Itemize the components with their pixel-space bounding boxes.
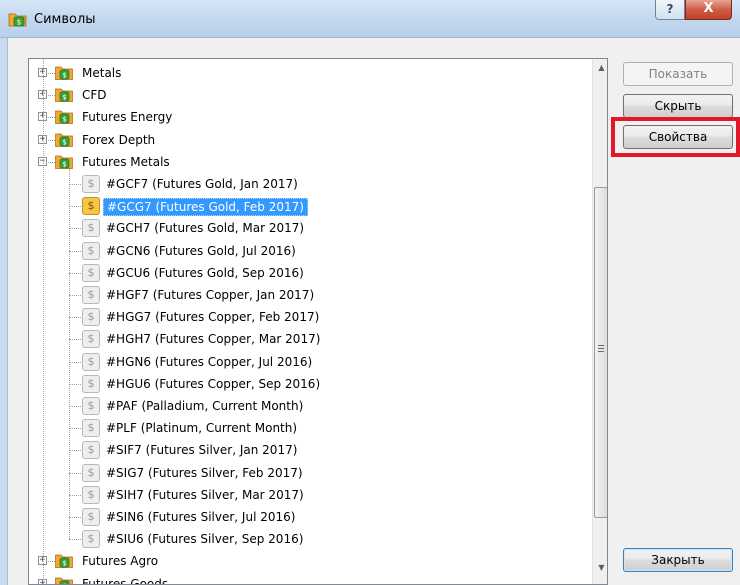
symbol-group-folder-icon: $ bbox=[55, 577, 73, 584]
tree-connector-line bbox=[43, 59, 44, 584]
symbol-label: #GCN6 (Futures Gold, Jul 2016) bbox=[106, 243, 296, 258]
symbol-label: #SIU6 (Futures Silver, Sep 2016) bbox=[106, 532, 304, 547]
symbols-tree[interactable]: + $ Metals + $ CFD + $ Futures Energy + $ Forex Dep… bbox=[28, 58, 608, 585]
hide-button[interactable]: Скрыть bbox=[623, 94, 733, 118]
symbol-label: #SIN6 (Futures Silver, Jul 2016) bbox=[106, 510, 296, 524]
symbol-label: #GCF7 (Futures Gold, Jan 2017) bbox=[106, 177, 298, 191]
symbol-row[interactable]: $ #HGG7 (Futures Copper, Feb 2017) bbox=[29, 306, 589, 328]
vertical-scrollbar[interactable]: ▲ ▼ bbox=[592, 59, 607, 584]
symbol-dollar-icon: $ bbox=[82, 397, 100, 415]
svg-text:$: $ bbox=[62, 93, 66, 101]
window-close-button[interactable]: X bbox=[685, 0, 732, 20]
symbol-dollar-icon: $ bbox=[82, 330, 100, 349]
window-frame-edge bbox=[0, 38, 8, 585]
symbol-row[interactable]: $ #GCH7 (Futures Gold, Mar 2017) bbox=[29, 217, 589, 239]
symbol-row[interactable]: $ #HGF7 (Futures Copper, Jan 2017) bbox=[29, 284, 589, 306]
tree-group-label: CFD bbox=[82, 88, 107, 103]
symbol-dollar-icon: $ bbox=[82, 441, 100, 460]
symbol-label: #SIG7 (Futures Silver, Feb 2017) bbox=[106, 465, 303, 480]
symbol-label: #PLF (Platinum, Current Month) bbox=[106, 421, 298, 436]
tree-group-row[interactable]: + $ Futures Energy bbox=[29, 106, 589, 128]
symbol-label: #HGG7 (Futures Copper, Feb 2017) bbox=[106, 310, 320, 325]
symbol-row[interactable]: $ #SIG7 (Futures Silver, Feb 2017) bbox=[29, 462, 589, 484]
close-button[interactable]: Закрыть bbox=[623, 548, 733, 572]
tree-group-label: Futures Energy bbox=[82, 110, 173, 125]
show-button[interactable]: Показать bbox=[623, 62, 733, 86]
symbol-row[interactable]: $ #HGU6 (Futures Copper, Sep 2016) bbox=[29, 373, 589, 395]
symbol-label: #GCU6 (Futures Gold, Sep 2016) bbox=[106, 265, 304, 280]
symbol-row[interactable]: $ #SIU6 (Futures Silver, Sep 2016) bbox=[29, 528, 589, 550]
selected-symbol-row[interactable]: $ #GCG7 (Futures Gold, Feb 2017) bbox=[29, 195, 589, 217]
symbol-dollar-icon: $ bbox=[82, 263, 100, 282]
symbol-row[interactable]: $ #HGH7 (Futures Copper, Mar 2017) bbox=[29, 328, 589, 350]
svg-text:$: $ bbox=[62, 160, 66, 168]
symbol-row[interactable]: $ #SIH7 (Futures Silver, Mar 2017) bbox=[29, 484, 589, 506]
symbol-label: #HGN6 (Futures Copper, Jul 2016) bbox=[106, 354, 313, 369]
tree-branch-line bbox=[69, 168, 70, 540]
symbol-row[interactable]: $ #PLF (Platinum, Current Month) bbox=[29, 417, 589, 439]
svg-text:$: $ bbox=[17, 19, 21, 27]
scroll-grip-icon bbox=[598, 345, 604, 352]
symbol-group-folder-icon: $ bbox=[55, 133, 73, 147]
symbol-dollar-icon: $ bbox=[82, 308, 100, 327]
symbol-group-folder-icon: $ bbox=[55, 66, 73, 80]
tree-group-label: Futures Goods bbox=[82, 576, 169, 585]
app-folder-icon: $ bbox=[8, 13, 27, 27]
window-title: Символы bbox=[34, 12, 96, 27]
symbol-row[interactable]: $ #GCN6 (Futures Gold, Jul 2016) bbox=[29, 240, 589, 262]
symbol-row[interactable]: $ #GCU6 (Futures Gold, Sep 2016) bbox=[29, 262, 589, 284]
tree-group-label: Forex Depth bbox=[82, 132, 156, 147]
symbol-dollar-icon: $ bbox=[82, 485, 100, 504]
symbol-label: #HGU6 (Futures Copper, Sep 2016) bbox=[106, 376, 321, 391]
symbol-group-folder-icon: $ bbox=[55, 88, 73, 103]
tree-group-row[interactable]: − $ Futures Metals bbox=[29, 151, 589, 173]
symbol-row[interactable]: $ #SIF7 (Futures Silver, Jan 2017) bbox=[29, 439, 589, 461]
tree-group-label: Metals bbox=[82, 66, 122, 80]
svg-text:$: $ bbox=[62, 138, 66, 146]
help-button[interactable]: ? bbox=[655, 0, 685, 20]
tree-group-row[interactable]: + $ Futures Agro bbox=[29, 550, 589, 572]
tree-group-row[interactable]: + $ Forex Depth bbox=[29, 129, 589, 151]
symbol-dollar-icon: $ bbox=[82, 197, 100, 216]
svg-text:$: $ bbox=[62, 71, 66, 79]
symbol-group-folder-icon: $ bbox=[55, 555, 73, 569]
symbol-label: #SIH7 (Futures Silver, Mar 2017) bbox=[106, 487, 304, 502]
tree-group-label: Futures Agro bbox=[82, 554, 159, 569]
tree-group-label: Futures Metals bbox=[82, 154, 170, 169]
scroll-up-arrow-icon[interactable]: ▲ bbox=[593, 59, 607, 76]
svg-text:$: $ bbox=[62, 116, 66, 124]
symbol-row[interactable]: $ #PAF (Palladium, Current Month) bbox=[29, 395, 589, 417]
symbol-dollar-icon: $ bbox=[82, 508, 100, 526]
symbol-group-folder-icon: $ bbox=[55, 111, 73, 125]
scroll-thumb[interactable] bbox=[594, 187, 607, 518]
tree-group-row[interactable]: + $ Metals bbox=[29, 62, 589, 84]
symbol-group-folder-icon: $ bbox=[55, 155, 73, 169]
symbol-dollar-icon: $ bbox=[82, 352, 100, 371]
symbol-dollar-icon: $ bbox=[82, 219, 100, 238]
symbol-row[interactable]: $ #SIN6 (Futures Silver, Jul 2016) bbox=[29, 506, 589, 528]
symbol-dollar-icon: $ bbox=[82, 286, 100, 304]
symbol-label: #HGF7 (Futures Copper, Jan 2017) bbox=[106, 288, 315, 302]
properties-highlight-frame bbox=[611, 117, 740, 157]
symbol-row[interactable]: $ #HGN6 (Futures Copper, Jul 2016) bbox=[29, 351, 589, 373]
symbol-label: #HGH7 (Futures Copper, Mar 2017) bbox=[106, 332, 321, 347]
title-bar: $ Символы ? X bbox=[0, 0, 740, 38]
symbol-dollar-icon: $ bbox=[82, 463, 100, 482]
symbol-dollar-icon: $ bbox=[82, 241, 100, 260]
symbol-dollar-icon: $ bbox=[82, 374, 100, 393]
symbol-label: #GCH7 (Futures Gold, Mar 2017) bbox=[106, 221, 305, 236]
symbol-dollar-icon: $ bbox=[82, 530, 100, 549]
scroll-down-arrow-icon[interactable]: ▼ bbox=[593, 559, 607, 576]
symbol-row[interactable]: $ #GCF7 (Futures Gold, Jan 2017) bbox=[29, 173, 589, 195]
symbol-dollar-icon: $ bbox=[82, 175, 100, 193]
tree-group-row[interactable]: +$Futures Goods bbox=[29, 573, 589, 585]
symbol-label: #PAF (Palladium, Current Month) bbox=[106, 399, 304, 413]
svg-text:$: $ bbox=[62, 560, 66, 568]
tree-group-row[interactable]: + $ CFD bbox=[29, 84, 589, 106]
symbol-label: #SIF7 (Futures Silver, Jan 2017) bbox=[106, 443, 298, 458]
symbol-label: #GCG7 (Futures Gold, Feb 2017) bbox=[103, 198, 308, 217]
symbol-dollar-icon: $ bbox=[82, 419, 100, 438]
